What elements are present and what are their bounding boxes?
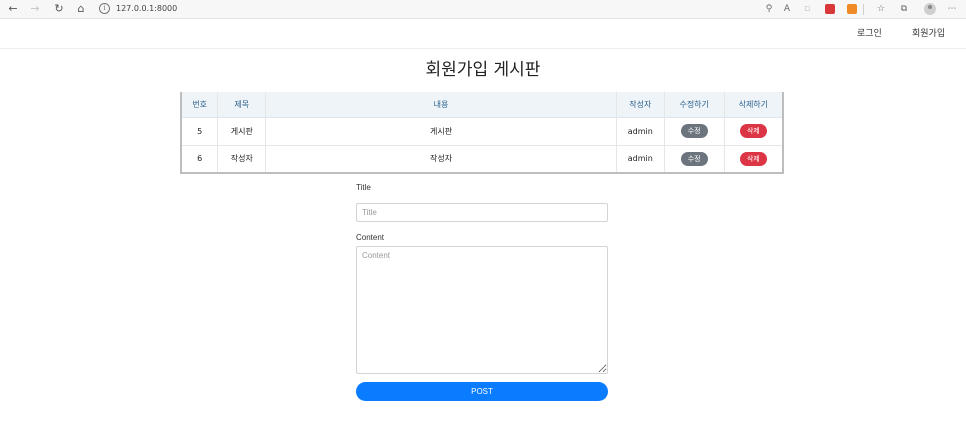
toolbar-divider bbox=[863, 4, 864, 15]
edit-button[interactable]: 수정 bbox=[680, 151, 708, 166]
title-label: Title bbox=[356, 183, 371, 192]
content-textarea[interactable] bbox=[356, 246, 608, 374]
cell-edit: 수정 bbox=[663, 117, 725, 146]
collections-icon[interactable]: ⧉ bbox=[898, 3, 910, 15]
header-content: 내용 bbox=[265, 92, 617, 118]
header-title: 제목 bbox=[217, 92, 266, 118]
table-row: 6 작성자 작성자 admin 수정 삭제 bbox=[180, 145, 784, 174]
browser-toolbar: ← → ↻ ⌂ i 127.0.0.1:8000 ⚲ A ▫ ☆ ⧉ ⋯ bbox=[0, 0, 966, 19]
delete-button[interactable]: 삭제 bbox=[739, 124, 767, 138]
extension-red-icon[interactable] bbox=[825, 4, 835, 14]
content-label: Content bbox=[356, 233, 385, 242]
cell-author: admin bbox=[615, 117, 665, 146]
cell-delete: 삭제 bbox=[723, 145, 784, 174]
table-row: 5 게시판 게시판 admin 수정 삭제 bbox=[180, 117, 784, 146]
edit-button[interactable]: 수정 bbox=[680, 124, 708, 138]
board-table: 번호 제목 내용 작성자 수정하기 삭제하기 5 게시판 게시판 admin 수… bbox=[180, 92, 784, 174]
post-button[interactable]: POST bbox=[356, 382, 608, 401]
header-delete: 삭제하기 bbox=[723, 92, 784, 118]
zoom-icon[interactable]: ⚲ bbox=[763, 3, 775, 15]
cell-number: 6 bbox=[180, 145, 218, 174]
login-link[interactable]: 로그인 bbox=[857, 28, 882, 40]
delete-button[interactable]: 삭제 bbox=[739, 151, 767, 166]
header-number: 번호 bbox=[180, 92, 218, 118]
address-bar-url[interactable]: 127.0.0.1:8000 bbox=[116, 3, 177, 15]
back-icon[interactable]: ← bbox=[6, 2, 20, 16]
header-edit: 수정하기 bbox=[663, 92, 725, 118]
extension-icon[interactable]: ▫ bbox=[801, 3, 813, 15]
table-header-row: 번호 제목 내용 작성자 수정하기 삭제하기 bbox=[180, 92, 784, 118]
forward-icon[interactable]: → bbox=[28, 2, 42, 16]
profile-avatar[interactable] bbox=[924, 3, 936, 15]
cell-content: 게시판 bbox=[265, 117, 617, 146]
cell-delete: 삭제 bbox=[723, 117, 784, 146]
cell-edit: 수정 bbox=[663, 145, 725, 174]
page-title: 회원가입 게시판 bbox=[425, 60, 541, 80]
home-icon[interactable]: ⌂ bbox=[74, 2, 88, 16]
title-input[interactable] bbox=[356, 203, 608, 222]
header-author: 작성자 bbox=[615, 92, 665, 118]
cell-title: 작성자 bbox=[217, 145, 266, 174]
read-aloud-icon[interactable]: A bbox=[781, 3, 793, 15]
top-navbar: 로그인 회원가입 bbox=[0, 19, 966, 49]
extension-orange-icon[interactable] bbox=[847, 4, 857, 14]
cell-number: 5 bbox=[180, 117, 218, 146]
favorite-icon[interactable]: ☆ bbox=[875, 3, 887, 15]
signup-link[interactable]: 회원가입 bbox=[912, 28, 945, 40]
reload-icon[interactable]: ↻ bbox=[52, 2, 66, 16]
info-icon[interactable]: i bbox=[99, 3, 110, 14]
cell-author: admin bbox=[615, 145, 665, 174]
more-icon[interactable]: ⋯ bbox=[946, 3, 958, 15]
cell-content: 작성자 bbox=[265, 145, 617, 174]
cell-title: 게시판 bbox=[217, 117, 266, 146]
